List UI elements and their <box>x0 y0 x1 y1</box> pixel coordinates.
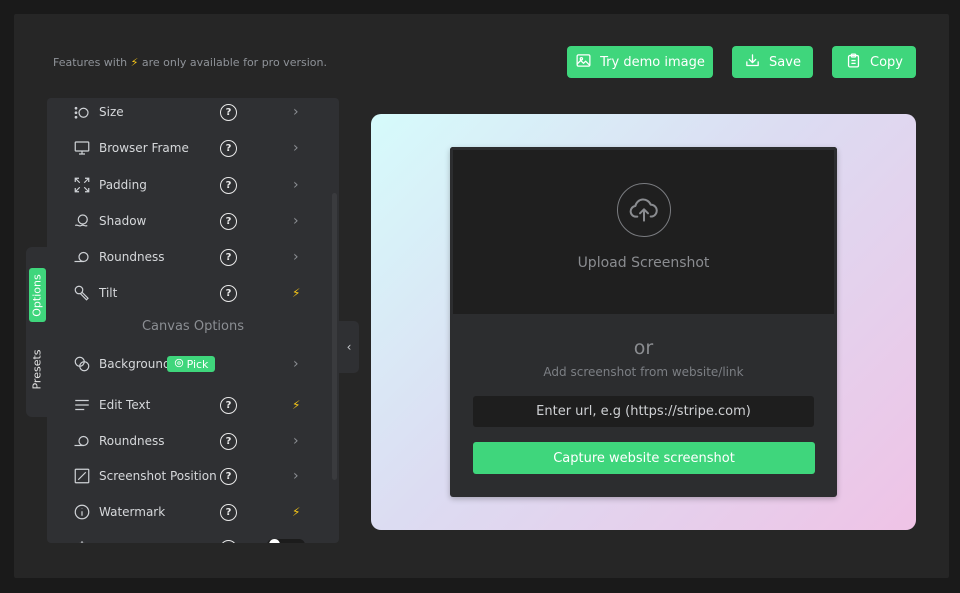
help-icon[interactable]: ? <box>220 503 237 521</box>
help-icon[interactable]: ? <box>220 467 237 485</box>
url-input[interactable] <box>473 396 814 427</box>
bolt-icon: ⚡ <box>130 56 139 69</box>
option-tilt[interactable]: Tilt ? ⚡ <box>47 277 339 309</box>
info-icon <box>73 503 91 521</box>
image-icon <box>575 52 592 73</box>
upload-card: Upload Screenshot or Add screenshot from… <box>450 147 837 497</box>
help-icon[interactable]: ? <box>220 176 237 194</box>
try-demo-button[interactable]: Try demo image <box>567 46 713 78</box>
bolt-icon: ⚡ <box>292 286 301 300</box>
position-icon <box>73 467 91 485</box>
shadow-icon <box>73 212 91 230</box>
option-background[interactable]: Background Pick › <box>47 348 339 380</box>
capture-button[interactable]: Capture website screenshot <box>473 442 815 474</box>
help-icon[interactable]: ? <box>220 139 237 157</box>
text-lines-icon <box>73 396 91 414</box>
canvas-options-heading: Canvas Options <box>141 319 244 334</box>
chevron-right-icon: › <box>293 433 299 449</box>
option-watermark[interactable]: Watermark ? ⚡ <box>47 496 339 528</box>
chevron-right-icon: › <box>293 249 299 265</box>
option-edit-text[interactable]: Edit Text ? ⚡ <box>47 389 339 421</box>
preview-canvas: Upload Screenshot or Add screenshot from… <box>371 114 916 530</box>
option-padding[interactable]: Padding ? › <box>47 169 339 201</box>
option-browser-frame[interactable]: Browser Frame ? › <box>47 132 339 164</box>
option-roundness[interactable]: Roundness ? › <box>47 241 339 273</box>
chevron-right-icon: › <box>293 356 299 372</box>
download-icon <box>744 52 761 73</box>
tab-presets[interactable]: Presets <box>29 341 46 397</box>
save-button[interactable]: Save <box>732 46 813 78</box>
toggle-knob <box>269 539 280 543</box>
toggle-switch[interactable] <box>267 539 305 543</box>
side-tabs: Options Presets <box>26 247 48 417</box>
option-shadow[interactable]: Shadow ? › <box>47 205 339 237</box>
help-icon[interactable]: ? <box>220 212 237 230</box>
help-icon[interactable]: ? <box>220 248 237 266</box>
background-icon <box>73 355 91 373</box>
palette-icon <box>174 358 184 371</box>
expand-icon <box>73 176 91 194</box>
option-size[interactable]: Size ? › <box>47 98 339 128</box>
bolt-icon: ⚡ <box>292 398 301 412</box>
copy-button[interactable]: Copy <box>832 46 916 78</box>
help-icon[interactable]: ? <box>220 539 237 543</box>
bolt-icon: ⚡ <box>292 505 301 519</box>
tab-options[interactable]: Options <box>29 268 46 322</box>
pick-badge[interactable]: Pick <box>167 356 215 372</box>
clipboard-icon <box>845 52 862 73</box>
roundness-icon <box>73 432 91 450</box>
pro-notice: Features with ⚡ are only available for p… <box>53 56 327 69</box>
chevron-right-icon: › <box>293 468 299 484</box>
tilt-icon <box>73 284 91 302</box>
help-icon[interactable]: ? <box>220 396 237 414</box>
sparkle-icon <box>73 539 91 543</box>
size-icon <box>73 103 91 121</box>
app-window: Features with ⚡ are only available for p… <box>14 14 949 578</box>
cloud-upload-icon <box>616 183 671 237</box>
chevron-right-icon: › <box>293 104 299 120</box>
help-icon[interactable]: ? <box>220 432 237 450</box>
option-screenshot-position[interactable]: Screenshot Position ? › <box>47 460 339 492</box>
scrollbar[interactable] <box>332 193 337 480</box>
option-canvas-roundness[interactable]: Roundness ? › <box>47 425 339 457</box>
link-hint: Add screenshot from website/link <box>543 365 744 379</box>
monitor-icon <box>73 139 91 157</box>
chevron-right-icon: › <box>293 140 299 156</box>
upload-label: Upload Screenshot <box>577 255 710 271</box>
options-panel: Size ? › Browser Frame ? › Padding ? › S… <box>47 98 339 543</box>
help-icon[interactable]: ? <box>220 103 237 121</box>
chevron-left-icon: ‹ <box>346 340 352 354</box>
chevron-right-icon: › <box>293 213 299 229</box>
help-icon[interactable]: ? <box>220 284 237 302</box>
chevron-right-icon: › <box>293 177 299 193</box>
collapse-panel-button[interactable]: ‹ <box>339 321 359 373</box>
or-divider: or <box>633 337 654 359</box>
upload-dropzone[interactable]: Upload Screenshot <box>450 147 837 317</box>
roundness-icon <box>73 248 91 266</box>
